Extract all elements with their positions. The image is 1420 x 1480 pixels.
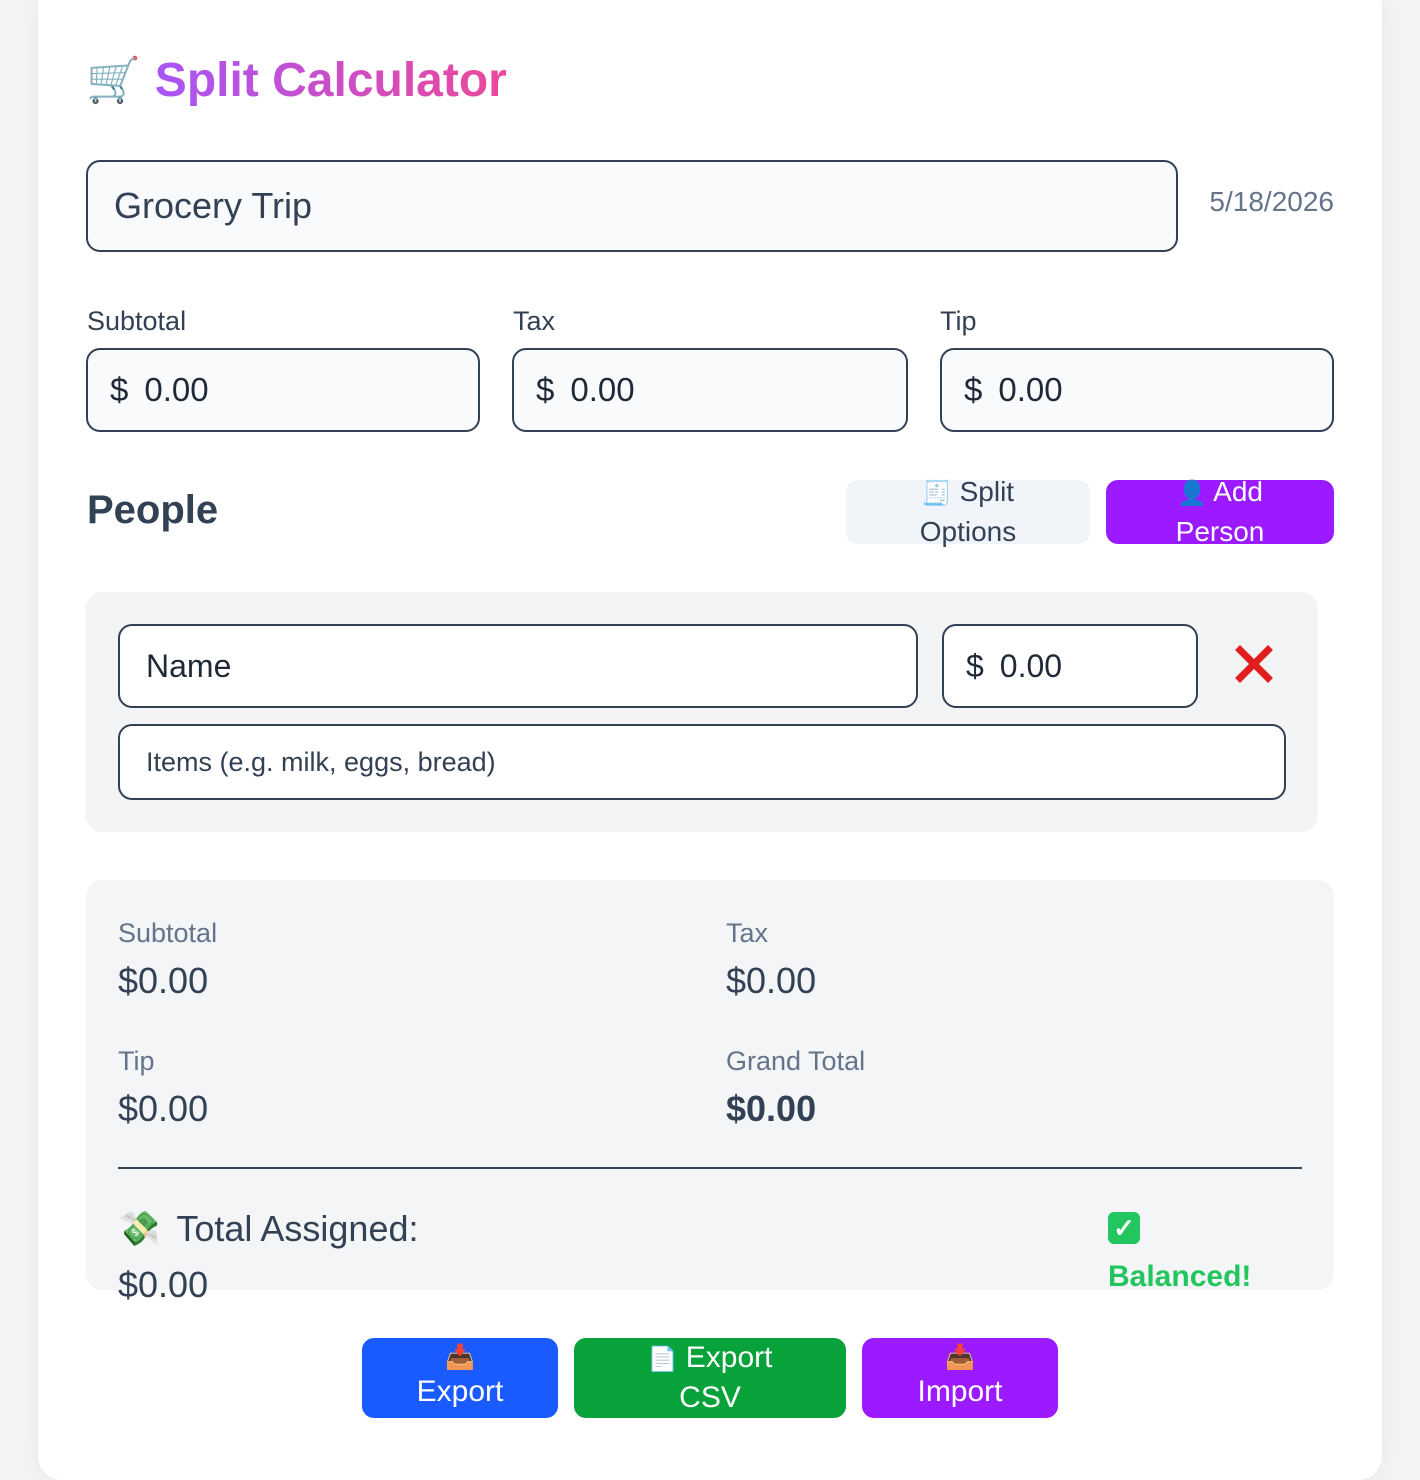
document-icon: 📄 bbox=[647, 1346, 678, 1373]
tax-input[interactable]: $ 0.00 bbox=[512, 348, 908, 432]
split-options-label-2: Options bbox=[919, 516, 1017, 547]
currency-symbol: $ bbox=[964, 371, 983, 408]
subtotal-label: Subtotal bbox=[87, 306, 187, 336]
tip-input[interactable]: $ 0.00 bbox=[940, 348, 1334, 432]
import-button[interactable]: 📥 Import bbox=[862, 1338, 1058, 1418]
page-title: 🛒 Split Calculator bbox=[86, 48, 507, 112]
add-person-label-2: Person bbox=[1175, 516, 1265, 547]
trip-name-value: Grocery Trip bbox=[114, 185, 313, 226]
summary-tax-value: $0.00 bbox=[726, 960, 817, 1001]
summary-subtotal-value: $0.00 bbox=[118, 960, 209, 1001]
close-icon[interactable] bbox=[1234, 644, 1274, 684]
export-label: Export bbox=[416, 1375, 504, 1408]
trip-name-input[interactable]: Grocery Trip bbox=[86, 160, 1178, 252]
currency-symbol: $ bbox=[110, 371, 129, 408]
tip-label: Tip bbox=[940, 306, 977, 336]
summary-subtotal-label: Subtotal bbox=[118, 918, 218, 948]
add-person-label-1: Add bbox=[1213, 476, 1263, 507]
person-amount-placeholder: 0.00 bbox=[999, 647, 1063, 684]
grand-total-value: $0.00 bbox=[726, 1088, 817, 1129]
grand-total-label: Grand Total bbox=[726, 1046, 866, 1076]
currency-symbol: $ bbox=[536, 371, 555, 408]
split-options-label-1: Split bbox=[959, 476, 1015, 507]
tax-value: 0.00 bbox=[570, 371, 635, 408]
summary-tip-value: $0.00 bbox=[118, 1088, 209, 1129]
export-csv-label-1: Export bbox=[685, 1341, 773, 1374]
subtotal-value: 0.00 bbox=[144, 371, 209, 408]
tip-value: 0.00 bbox=[998, 371, 1063, 408]
summary-tip-label: Tip bbox=[118, 1046, 155, 1076]
person-icon: 👤 bbox=[1177, 480, 1207, 507]
receipt-icon: 🧾 bbox=[921, 480, 952, 507]
shopping-cart-icon: 🛒 bbox=[86, 56, 141, 105]
inbox-tray-icon: 📥 bbox=[945, 1344, 975, 1371]
person-items-placeholder: Items (e.g. milk, eggs, bread) bbox=[146, 746, 496, 777]
person-name-input[interactable]: Name bbox=[118, 624, 918, 708]
people-heading: People bbox=[87, 488, 219, 532]
add-person-button[interactable]: 👤 Add Person bbox=[1106, 476, 1334, 547]
subtotal-input[interactable]: $ 0.00 bbox=[86, 348, 480, 432]
balanced-status: Balanced! bbox=[1108, 1260, 1252, 1293]
total-assigned-label: Total Assigned: bbox=[176, 1208, 419, 1249]
person-amount-input[interactable]: $ 0.00 bbox=[942, 624, 1198, 708]
inbox-tray-icon: 📥 bbox=[445, 1344, 475, 1371]
page-title-text: Split Calculator bbox=[154, 53, 507, 107]
total-assigned-row: 💸 Total Assigned: bbox=[118, 1208, 419, 1250]
person-items-input[interactable]: Items (e.g. milk, eggs, bread) bbox=[118, 724, 1286, 800]
export-csv-button[interactable]: 📄 Export CSV bbox=[574, 1338, 846, 1418]
currency-symbol: $ bbox=[966, 647, 984, 684]
tax-label: Tax bbox=[513, 306, 556, 336]
summary-divider bbox=[118, 1167, 1302, 1169]
person-name-placeholder: Name bbox=[146, 647, 232, 684]
money-with-wings-icon: 💸 bbox=[118, 1210, 161, 1248]
export-csv-label-2: CSV bbox=[679, 1381, 741, 1414]
import-label: Import bbox=[917, 1375, 1003, 1408]
check-mark-icon: ✓ bbox=[1108, 1212, 1140, 1244]
trip-date: 5/18/2026 bbox=[1209, 186, 1334, 217]
summary-tax-label: Tax bbox=[726, 918, 769, 948]
split-options-button[interactable]: 🧾 Split Options bbox=[846, 476, 1090, 547]
export-button[interactable]: 📥 Export bbox=[362, 1338, 558, 1418]
total-assigned-value: $0.00 bbox=[118, 1264, 209, 1305]
